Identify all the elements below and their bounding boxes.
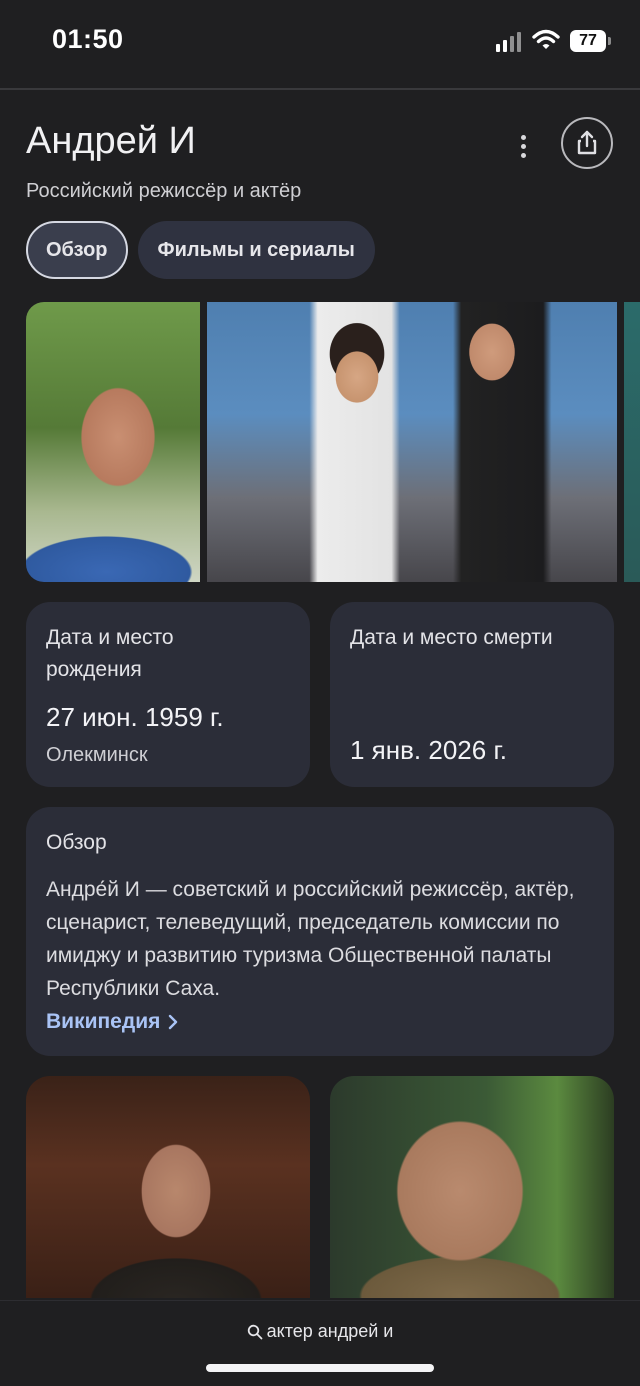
share-icon: [577, 130, 597, 155]
battery-icon: 77: [570, 30, 606, 52]
birth-info-card[interactable]: Дата и место рождения 27 июн. 1959 г. Ол…: [26, 602, 310, 787]
cellular-signal-icon: [496, 32, 522, 52]
film-still-photo-1[interactable]: [26, 1076, 310, 1298]
chevron-right-icon: [169, 1014, 178, 1029]
status-time: 01:50: [52, 24, 124, 54]
share-button[interactable]: [561, 117, 613, 169]
person-photo-3-partial[interactable]: [624, 302, 640, 582]
death-info-card[interactable]: Дата и место смерти 1 янв. 2026 г.: [330, 602, 614, 787]
search-query-text: актер андрей и: [266, 1321, 394, 1341]
death-date: 1 янв. 2026 г.: [350, 735, 507, 765]
status-bar: 01:50 77: [0, 0, 640, 88]
person-photo-2[interactable]: [207, 302, 617, 582]
page-title: Андрей И: [26, 120, 196, 162]
birth-label: Дата и место рождения: [46, 626, 174, 681]
birth-date: 27 июн. 1959 г.: [46, 702, 224, 732]
image-carousel[interactable]: [26, 302, 640, 582]
more-vertical-icon: [520, 134, 526, 140]
person-photo-1[interactable]: [26, 302, 200, 582]
battery-nub: [608, 37, 611, 45]
more-options-button[interactable]: [508, 130, 538, 162]
film-still-photo-2[interactable]: [330, 1076, 614, 1298]
tab-bar: Обзор Фильмы и сериалы: [26, 221, 375, 279]
wifi-icon: [532, 29, 560, 49]
header-divider: [0, 88, 640, 90]
overview-heading: Обзор: [46, 831, 107, 854]
tab-films-and-series[interactable]: Фильмы и сериалы: [137, 221, 375, 279]
search-icon: [247, 1324, 263, 1339]
search-query[interactable]: актер андрей и: [0, 1321, 640, 1342]
home-indicator[interactable]: [206, 1364, 434, 1372]
death-label: Дата и место смерти: [350, 626, 553, 649]
page-subtitle: Российский режиссёр и актёр: [26, 180, 302, 202]
bottom-search-bar[interactable]: актер андрей и: [0, 1300, 640, 1386]
wikipedia-link-label: Википедия: [46, 1010, 161, 1033]
wikipedia-link[interactable]: Википедия: [46, 1005, 178, 1038]
tab-overview[interactable]: Обзор: [26, 221, 128, 279]
overview-card: Обзор Андре́й И — советский и российский…: [26, 807, 614, 1056]
overview-text: Андре́й И — советский и российский режис…: [46, 878, 575, 1000]
birth-place: Олекминск: [46, 744, 148, 766]
